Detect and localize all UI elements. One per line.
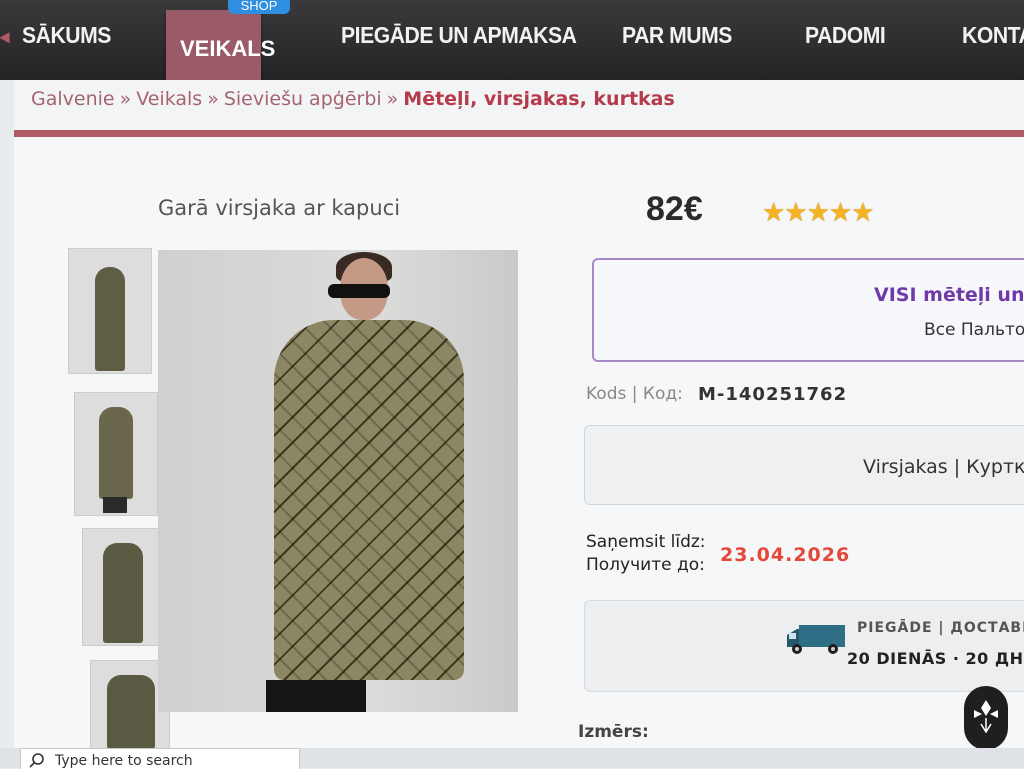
promo-sub-text: Все Пальто н	[924, 320, 1024, 340]
nav-item-contacts[interactable]: KONTA	[962, 22, 1024, 49]
taskbar-search[interactable]: Type here to search	[20, 748, 300, 769]
model-legs	[266, 680, 366, 712]
breadcrumb-current[interactable]: Mēteļi, virsjakas, kurtkas	[403, 88, 675, 110]
delivery-truck-icon	[787, 625, 845, 654]
product-code-value: M-140251762	[698, 384, 848, 405]
product-price: 82€	[646, 190, 703, 228]
product-thumbnail-1[interactable]	[68, 248, 152, 374]
product-thumbnail-2[interactable]	[74, 392, 158, 516]
breadcrumb-womens-clothing[interactable]: Sieviešu apģērbi	[224, 88, 382, 110]
thumbnail-coat-figure	[103, 543, 143, 643]
nav-item-home[interactable]: SĀKUMS	[22, 22, 111, 49]
main-nav: ◂ SĀKUMS VEIKALS SHOP PIEGĀDE UN APMAKSA…	[0, 0, 1024, 88]
nav-item-shop[interactable]: VEIKALS	[166, 10, 275, 88]
quilted-coat-figure	[274, 320, 464, 680]
shipping-box: PIEGĀDE | ДОСТАВКА 20 DIENĀS · 20 ДНЕЙ	[584, 600, 1024, 692]
nav-item-tips[interactable]: PADOMI	[805, 22, 886, 49]
brand-logo-icon[interactable]	[964, 686, 1008, 750]
thumbnail-coat-figure	[99, 407, 133, 499]
search-icon	[29, 753, 44, 768]
shop-badge: SHOP	[228, 0, 290, 14]
category-text: Virsjakas | Куртки	[863, 456, 1024, 478]
shipping-title: PIEGĀDE | ДОСТАВКА	[857, 620, 1024, 636]
brand-logo-mark	[974, 700, 998, 734]
breadcrumb-separator: »	[386, 88, 399, 110]
thumbnail-coat-figure	[107, 675, 155, 749]
taskbar-search-placeholder: Type here to search	[55, 753, 193, 769]
os-taskbar: Type here to search	[0, 748, 1024, 769]
breadcrumb-separator: »	[119, 88, 132, 110]
promo-banner[interactable]: VISI mēteļi un Все Пальто н	[592, 258, 1024, 362]
category-box[interactable]: Virsjakas | Куртки	[584, 425, 1024, 505]
nav-item-about[interactable]: PAR MUMS	[622, 22, 732, 49]
breadcrumb: Galvenie» Veikals» Sieviešu apģērbi» Mēteļi…	[31, 88, 675, 110]
nav-left-edge: ◂	[0, 26, 9, 48]
promo-main-text: VISI mēteļi un	[874, 284, 1024, 306]
breadcrumb-home[interactable]: Galvenie	[31, 88, 115, 110]
breadcrumb-separator: »	[207, 88, 219, 110]
breadcrumb-shop[interactable]: Veikals	[136, 88, 202, 110]
size-label: Izmērs:	[578, 722, 649, 742]
shipping-time: 20 DIENĀS · 20 ДНЕЙ	[847, 649, 1024, 668]
product-thumbnail-3[interactable]	[82, 528, 166, 646]
product-main-image[interactable]	[158, 250, 518, 712]
nav-item-shop-label: VEIKALS	[180, 36, 276, 61]
thumbnail-coat-figure	[95, 267, 125, 371]
nav-item-delivery-payment[interactable]: PIEGĀDE UN APMAKSA	[341, 22, 577, 49]
rating-stars[interactable]: ★★★★★	[762, 198, 875, 228]
product-code-label: Kods | Код:	[586, 384, 683, 404]
header-divider	[14, 130, 1024, 137]
delivery-label-lv: Saņemsit līdz:	[586, 532, 706, 552]
delivery-label-ru: Получите до:	[586, 555, 705, 575]
thumbnail-legs	[103, 497, 127, 513]
model-sunglasses	[328, 284, 390, 298]
delivery-date: 23.04.2026	[720, 544, 851, 566]
product-title: Garā virsjaka ar kapuci	[158, 196, 401, 220]
